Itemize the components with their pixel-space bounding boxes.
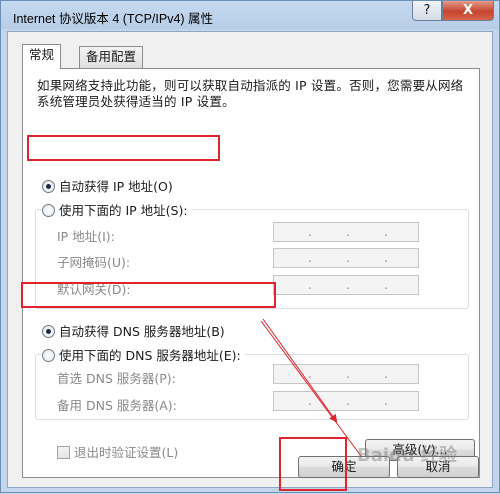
ip-auto-radio[interactable] — [42, 180, 55, 193]
dns-manual-option[interactable]: 使用下面的 DNS 服务器地址(E): — [42, 345, 245, 364]
subnet-mask-label: 子网掩码(U): — [57, 255, 131, 270]
watermark-text: Baidu 经验 — [357, 445, 458, 466]
dns-manual-label: 使用下面的 DNS 服务器地址(E): — [59, 348, 241, 363]
dns-auto-option[interactable]: 自动获得 DNS 服务器地址(B) — [42, 321, 225, 340]
dns-manual-radio[interactable] — [42, 349, 55, 362]
tab-alternate-config[interactable]: 备用配置 — [79, 46, 144, 68]
close-button[interactable]: X — [442, 1, 494, 21]
ip-auto-option[interactable]: 自动获得 IP 地址(O) — [42, 176, 173, 195]
preferred-dns-label: 首选 DNS 服务器(P): — [57, 371, 176, 386]
ip-address-field[interactable]: ... — [273, 222, 419, 242]
default-gateway-label: 默认网关(D): — [57, 282, 131, 297]
preferred-dns-field[interactable]: ... — [273, 364, 419, 384]
window-title: Internet 协议版本 4 (TCP/IPv4) 属性 — [13, 12, 214, 26]
title-bar: Internet 协议版本 4 (TCP/IPv4) 属性 ? X — [1, 1, 499, 31]
description-text: 如果网络支持此功能，则可以获取自动指派的 IP 设置。否则，您需要从网络系统管理… — [37, 78, 464, 109]
alternate-dns-label: 备用 DNS 服务器(A): — [57, 398, 177, 413]
ip-manual-radio[interactable] — [42, 204, 55, 217]
dialog-client-area: 常规 备用配置 如果网络支持此功能，则可以获取自动指派的 IP 设置。否则，您需… — [7, 31, 493, 488]
ip-auto-label: 自动获得 IP 地址(O) — [59, 179, 173, 194]
subnet-mask-field[interactable]: ... — [273, 248, 419, 268]
alternate-dns-field[interactable]: ... — [273, 391, 419, 411]
ip-manual-option[interactable]: 使用下面的 IP 地址(S): — [42, 200, 192, 219]
tab-general[interactable]: 常规 — [22, 44, 62, 69]
validate-on-exit-label: 退出时验证设置(L) — [74, 445, 179, 460]
validate-on-exit-option[interactable]: 退出时验证设置(L) — [57, 442, 178, 461]
validate-on-exit-checkbox[interactable] — [57, 446, 70, 459]
dns-auto-label: 自动获得 DNS 服务器地址(B) — [59, 324, 225, 339]
default-gateway-field[interactable]: ... — [273, 275, 419, 295]
dns-auto-radio[interactable] — [42, 325, 55, 338]
ip-manual-label: 使用下面的 IP 地址(S): — [59, 203, 188, 218]
ip-address-label: IP 地址(I): — [57, 229, 115, 244]
general-tab-panel: 如果网络支持此功能，则可以获取自动指派的 IP 设置。否则，您需要从网络系统管理… — [22, 68, 480, 478]
dialog-window: Internet 协议版本 4 (TCP/IPv4) 属性 ? X 常规 备用配… — [0, 0, 500, 493]
help-button[interactable]: ? — [412, 1, 442, 21]
